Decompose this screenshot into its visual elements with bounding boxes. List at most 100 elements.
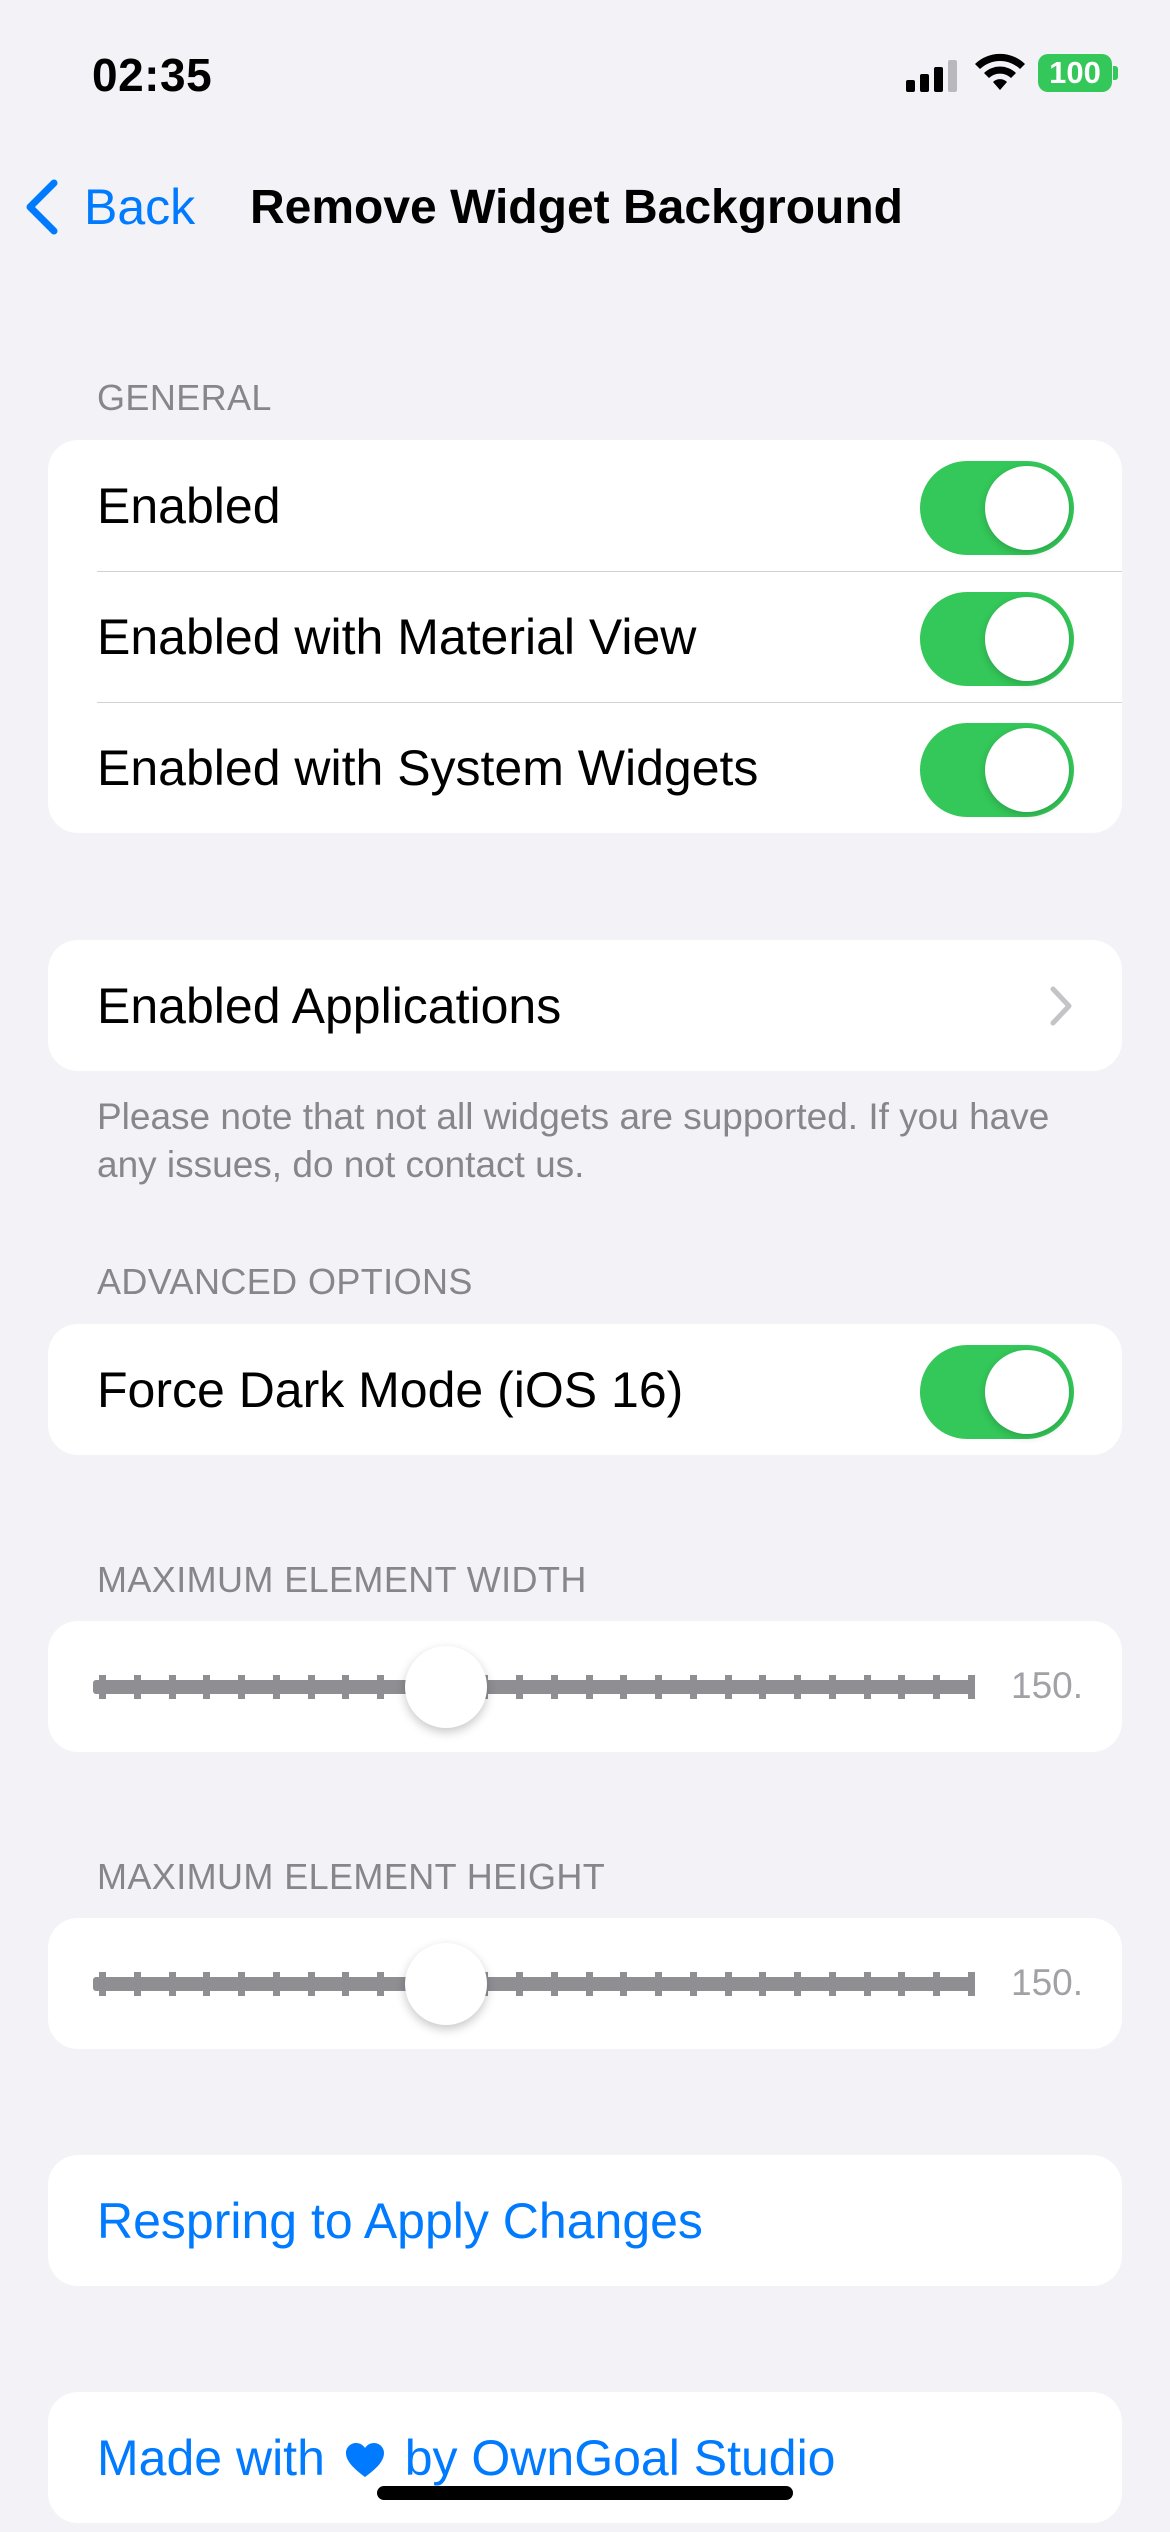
toggle-knob [985, 1350, 1069, 1434]
chevron-right-icon [1050, 986, 1072, 1026]
max-width-slider-row: 150. [48, 1621, 1122, 1752]
general-section-header: GENERAL [97, 377, 272, 418]
status-time: 02:35 [92, 49, 213, 101]
credit-group: Made with by OwnGoal Studio [48, 2392, 1122, 2523]
force-dark-mode-row: Force Dark Mode (iOS 16) [48, 1324, 1122, 1455]
slider-tick [307, 1972, 315, 1996]
slider-tick [933, 1972, 941, 1996]
slider-tick [689, 1972, 697, 1996]
page-title: Remove Widget Background [250, 181, 903, 234]
cellular-signal-icon [906, 58, 958, 92]
material-view-row: Enabled with Material View [48, 571, 1122, 702]
applications-footnote: Please note that not all widgets are sup… [97, 1096, 1050, 1185]
slider-tick [203, 1972, 211, 1996]
slider-tick [516, 1675, 524, 1699]
slider-tick [133, 1675, 141, 1699]
credit-label: Made with by OwnGoal Studio [97, 2429, 836, 2487]
max-width-section-header: MAXIMUM ELEMENT WIDTH [97, 1559, 587, 1600]
max-height-slider-thumb[interactable] [404, 1943, 487, 2025]
slider-tick [968, 1972, 975, 1996]
advanced-section-header: ADVANCED OPTIONS [97, 1261, 473, 1302]
slider-tick [689, 1675, 697, 1699]
material-view-label: Enabled with Material View [97, 608, 697, 665]
battery-tip [1113, 66, 1118, 80]
enabled-applications-row[interactable]: Enabled Applications [48, 940, 1122, 1071]
system-widgets-label: Enabled with System Widgets [97, 739, 759, 796]
respring-button[interactable]: Respring to Apply Changes [48, 2155, 1122, 2286]
system-widgets-toggle[interactable] [920, 723, 1074, 817]
slider-tick [794, 1972, 802, 1996]
max-height-section-header: MAXIMUM ELEMENT HEIGHT [97, 1856, 606, 1897]
max-width-slider[interactable] [93, 1646, 975, 1728]
slider-tick [238, 1675, 246, 1699]
slider-tick [585, 1675, 593, 1699]
slider-tick [550, 1972, 558, 1996]
toggle-knob [985, 728, 1069, 812]
credit-link[interactable]: Made with by OwnGoal Studio [48, 2392, 1122, 2523]
credit-suffix: by OwnGoal Studio [404, 2429, 836, 2486]
slider-tick [342, 1972, 350, 1996]
force-dark-mode-toggle[interactable] [920, 1345, 1074, 1439]
slider-tick [99, 1972, 106, 1996]
slider-tick [759, 1972, 767, 1996]
advanced-group: Force Dark Mode (iOS 16) [48, 1324, 1122, 1455]
slider-tick [898, 1972, 906, 1996]
slider-tick [863, 1675, 871, 1699]
max-height-slider-row: 150. [48, 1918, 1122, 2049]
max-width-value: 150. [1011, 1665, 1083, 1706]
enabled-toggle[interactable] [920, 461, 1074, 555]
settings-screen: 02:35 100 Back Remove Widget Background … [0, 0, 1170, 2532]
slider-tick [968, 1675, 975, 1699]
heart-icon [345, 2442, 384, 2477]
max-height-slider[interactable] [93, 1943, 975, 2025]
slider-tick [655, 1675, 663, 1699]
chevron-left-icon [26, 179, 58, 235]
status-bar: 02:35 100 [0, 0, 1170, 150]
slider-tick [585, 1972, 593, 1996]
slider-tick [272, 1972, 280, 1996]
slider-tick [133, 1972, 141, 1996]
slider-tick [307, 1675, 315, 1699]
back-label: Back [84, 179, 196, 235]
max-height-group: 150. [48, 1918, 1122, 2049]
slider-tick [377, 1972, 385, 1996]
respring-group: Respring to Apply Changes [48, 2155, 1122, 2286]
slider-tick [724, 1675, 732, 1699]
back-button[interactable]: Back [22, 172, 195, 242]
respring-label: Respring to Apply Changes [97, 2192, 703, 2249]
applications-group: Enabled Applications [48, 940, 1122, 1071]
slider-tick [933, 1675, 941, 1699]
system-widgets-row: Enabled with System Widgets [48, 702, 1122, 833]
enabled-applications-label: Enabled Applications [97, 977, 562, 1034]
slider-tick [620, 1675, 628, 1699]
max-width-slider-thumb[interactable] [404, 1646, 487, 1728]
slider-tick [863, 1972, 871, 1996]
slider-tick [516, 1972, 524, 1996]
slider-tick [168, 1972, 176, 1996]
slider-tick [828, 1675, 836, 1699]
slider-tick [99, 1675, 106, 1699]
enabled-row: Enabled [48, 440, 1122, 571]
wifi-icon [975, 53, 1025, 90]
slider-tick [828, 1972, 836, 1996]
slider-tick [272, 1675, 280, 1699]
max-height-value: 150. [1011, 1962, 1083, 2003]
general-group: Enabled Enabled with Material View Enabl… [48, 440, 1122, 833]
home-indicator[interactable] [377, 2486, 793, 2500]
slider-tick [898, 1675, 906, 1699]
slider-tick [342, 1675, 350, 1699]
slider-tick [759, 1675, 767, 1699]
slider-tick [620, 1972, 628, 1996]
toggle-knob [985, 466, 1069, 550]
slider-tick [655, 1972, 663, 1996]
slider-tick [550, 1675, 558, 1699]
enabled-label: Enabled [97, 477, 281, 534]
material-view-toggle[interactable] [920, 592, 1074, 686]
slider-tick [168, 1675, 176, 1699]
slider-tick [203, 1675, 211, 1699]
slider-tick [238, 1972, 246, 1996]
slider-tick [724, 1972, 732, 1996]
max-width-group: 150. [48, 1621, 1122, 1752]
battery-icon: 100 [1038, 54, 1112, 92]
credit-prefix: Made with [97, 2429, 325, 2486]
